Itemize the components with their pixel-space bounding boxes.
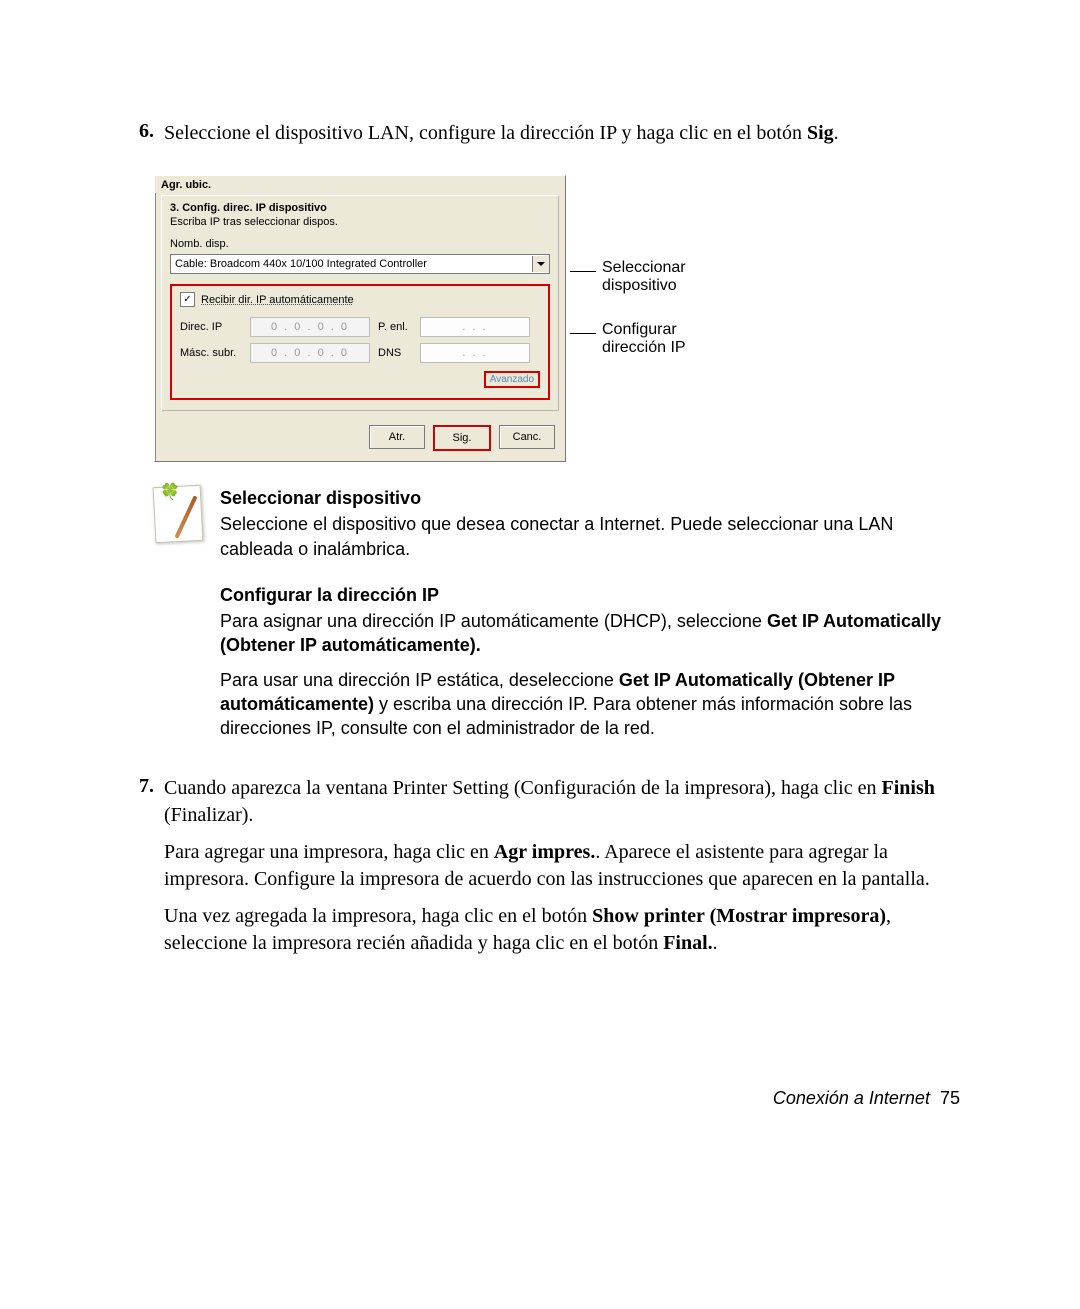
- chevron-down-icon: [537, 260, 545, 268]
- callout-config-ip-1: Configurar: [602, 321, 686, 339]
- device-combo-value: Cable: Broadcom 440x 10/100 Integrated C…: [171, 258, 532, 270]
- s7-p3a: Una vez agregada la impresora, haga clic…: [164, 905, 592, 927]
- device-name-label: Nomb. disp.: [170, 238, 550, 250]
- gateway-label: P. enl.: [370, 321, 420, 333]
- step-6-body: Seleccione el dispositivo LAN, configure…: [164, 120, 960, 157]
- s7-p3d: Final.: [663, 932, 712, 954]
- advanced-button[interactable]: Avanzado: [484, 371, 540, 388]
- note-p3a: Para usar una dirección IP estática, des…: [220, 670, 619, 690]
- step-7: 7. Cuando aparezca la ventana Printer Se…: [120, 775, 960, 967]
- dns-input[interactable]: . . .: [420, 343, 530, 363]
- note-p1: Seleccione el dispositivo que desea cone…: [220, 512, 960, 561]
- subnet-mask-input[interactable]: 0 . 0 . 0 . 0: [250, 343, 370, 363]
- note-icon: 🍀: [154, 486, 202, 542]
- callout-select-device-2: dispositivo: [602, 277, 686, 295]
- ip-config-highlight: ✓ Recibir dir. IP automáticamente Direc.…: [170, 284, 550, 400]
- step-6: 6. Seleccione el dispositivo LAN, config…: [120, 120, 960, 157]
- s7-p2a: Para agregar una impresora, haga clic en: [164, 841, 494, 863]
- next-button[interactable]: Sig.: [433, 425, 491, 451]
- dialog-heading: 3. Config. direc. IP dispositivo: [170, 202, 550, 214]
- step-7-number: 7.: [120, 775, 164, 967]
- subnet-mask-label: Másc. subr.: [180, 347, 250, 359]
- note-block: 🍀 Seleccionar dispositivo Seleccione el …: [154, 486, 960, 751]
- s7-p1a: Cuando aparezca la ventana Printer Setti…: [164, 777, 882, 799]
- footer-page: 75: [940, 1088, 960, 1108]
- note-title-2: Configurar la dirección IP: [220, 583, 960, 607]
- s7-p3e: .: [713, 932, 718, 954]
- dns-label: DNS: [370, 347, 420, 359]
- ip-address-label: Direc. IP: [180, 321, 250, 333]
- ip-address-input[interactable]: 0 . 0 . 0 . 0: [250, 317, 370, 337]
- dialog-screenshot: Agr. ubic. 3. Config. direc. IP disposit…: [154, 175, 960, 462]
- auto-ip-checkbox[interactable]: ✓: [180, 292, 195, 307]
- device-combo[interactable]: Cable: Broadcom 440x 10/100 Integrated C…: [170, 254, 550, 274]
- step-6-text-a: Seleccione el dispositivo LAN, configure…: [164, 122, 807, 144]
- s7-p2b: Agr impres.: [494, 841, 595, 863]
- callout-config-ip-2: dirección IP: [602, 339, 686, 357]
- gateway-input[interactable]: . . .: [420, 317, 530, 337]
- dialog-subheading: Escriba IP tras seleccionar dispos.: [170, 216, 550, 228]
- add-location-dialog: Agr. ubic. 3. Config. direc. IP disposit…: [154, 175, 566, 462]
- s7-p1c: (Finalizar).: [164, 804, 253, 826]
- note-p2a: Para asignar una dirección IP automática…: [220, 611, 767, 631]
- s7-p1b: Finish: [882, 777, 935, 799]
- page-footer: Conexión a Internet 75: [773, 1088, 960, 1109]
- step-6-text-c: .: [834, 122, 839, 144]
- step-6-text-b: Sig: [807, 122, 834, 144]
- step-7-body: Cuando aparezca la ventana Printer Setti…: [164, 775, 960, 967]
- auto-ip-label: Recibir dir. IP automáticamente: [201, 294, 354, 306]
- dialog-title: Agr. ubic.: [155, 176, 565, 193]
- s7-p3b: Show printer (Mostrar impresora): [592, 905, 886, 927]
- note-title-1: Seleccionar dispositivo: [220, 486, 960, 510]
- footer-label: Conexión a Internet: [773, 1088, 930, 1108]
- callout-select-device-1: Seleccionar: [602, 259, 686, 277]
- back-button[interactable]: Atr.: [369, 425, 425, 449]
- step-6-number: 6.: [120, 120, 164, 157]
- combo-dropdown-button[interactable]: [532, 256, 549, 272]
- cancel-button[interactable]: Canc.: [499, 425, 555, 449]
